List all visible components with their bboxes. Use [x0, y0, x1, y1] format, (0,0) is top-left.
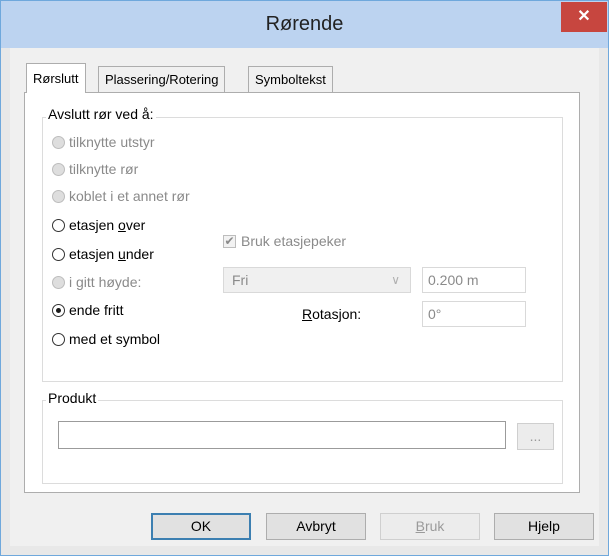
rotation-label: Rotasjon:	[302, 306, 362, 322]
browse-label: ...	[529, 428, 542, 444]
select-value: Fri	[232, 272, 249, 288]
radio-circle	[52, 275, 65, 289]
checkbox-label: Bruk etasjepeker	[241, 233, 347, 249]
product-input[interactable]	[58, 421, 506, 449]
button-label: OK	[190, 518, 212, 534]
radio-label: etasjen under	[69, 246, 154, 262]
close-icon: ✕	[577, 8, 591, 25]
tab-panel-rorslutt: Avslutt rør ved å: tilknytte utstyr tilk…	[24, 92, 580, 493]
height-mode-select[interactable]: Fri ∨	[223, 267, 411, 293]
radio-floor-below[interactable]: etasjen under	[52, 244, 154, 264]
tab-label: Rørslutt	[33, 71, 79, 86]
radio-circle-checked	[52, 303, 65, 317]
rotation-input[interactable]: 0°	[422, 301, 526, 327]
radio-with-symbol[interactable]: med et symbol	[52, 329, 160, 349]
title-bar[interactable]: Rørende ✕	[1, 1, 608, 48]
radio-circle	[52, 189, 65, 203]
tab-symboltekst[interactable]: Symboltekst	[248, 66, 333, 92]
apply-button[interactable]: Bruk	[380, 513, 480, 540]
radio-label: tilknytte rør	[69, 161, 139, 177]
button-label: Bruk	[415, 518, 445, 534]
radio-circle	[52, 135, 65, 149]
tab-rorslutt[interactable]: Rørslutt	[26, 63, 86, 93]
radio-end-free[interactable]: ende fritt	[52, 300, 123, 320]
radio-label: koblet i et annet rør	[69, 188, 190, 204]
cancel-button[interactable]: Avbryt	[266, 513, 366, 540]
tab-label: Plassering/Rotering	[105, 72, 219, 87]
radio-circle	[52, 218, 65, 232]
dialog-window: Rørende ✕ Rørslutt Plassering/Rotering S…	[0, 0, 609, 556]
chevron-down-icon: ∨	[391, 273, 400, 287]
radio-circle	[52, 332, 65, 346]
product-group-label: Produkt	[46, 390, 99, 406]
radio-circle	[52, 162, 65, 176]
button-label: Hjelp	[528, 518, 560, 534]
radio-label: med et symbol	[69, 331, 161, 347]
radio-label: tilknytte utstyr	[69, 134, 155, 150]
product-browse-button[interactable]: ...	[517, 423, 554, 450]
tab-label: Symboltekst	[255, 72, 326, 87]
window-title: Rørende	[265, 13, 344, 35]
use-floor-pointer-checkbox[interactable]: ✔ Bruk etasjepeker	[223, 231, 346, 251]
radio-circle	[52, 247, 65, 261]
radio-label: etasjen over	[69, 217, 146, 233]
radio-connect-pipe[interactable]: tilknytte rør	[52, 159, 138, 179]
radio-connected-other-pipe[interactable]: koblet i et annet rør	[52, 186, 190, 206]
end-pipe-group-label: Avslutt rør ved å:	[46, 106, 156, 122]
radio-connect-equipment[interactable]: tilknytte utstyr	[52, 132, 155, 152]
radio-label: ende fritt	[69, 302, 124, 318]
help-button[interactable]: Hjelp	[494, 513, 594, 540]
checkmark-icon: ✔	[223, 233, 236, 248]
dialog-client-area: Rørslutt Plassering/Rotering Symboltekst…	[10, 48, 599, 546]
radio-label: i gitt høyde:	[69, 274, 142, 290]
ok-button[interactable]: OK	[151, 513, 251, 540]
tab-plassering-rotering[interactable]: Plassering/Rotering	[98, 66, 226, 92]
button-label: Avbryt	[296, 518, 336, 534]
input-value: 0°	[428, 306, 442, 322]
radio-floor-above[interactable]: etasjen over	[52, 215, 145, 235]
input-value: 0.200 m	[428, 272, 479, 288]
close-button[interactable]: ✕	[561, 2, 607, 32]
height-value-input[interactable]: 0.200 m	[422, 267, 526, 293]
radio-given-height[interactable]: i gitt høyde:	[52, 272, 141, 292]
